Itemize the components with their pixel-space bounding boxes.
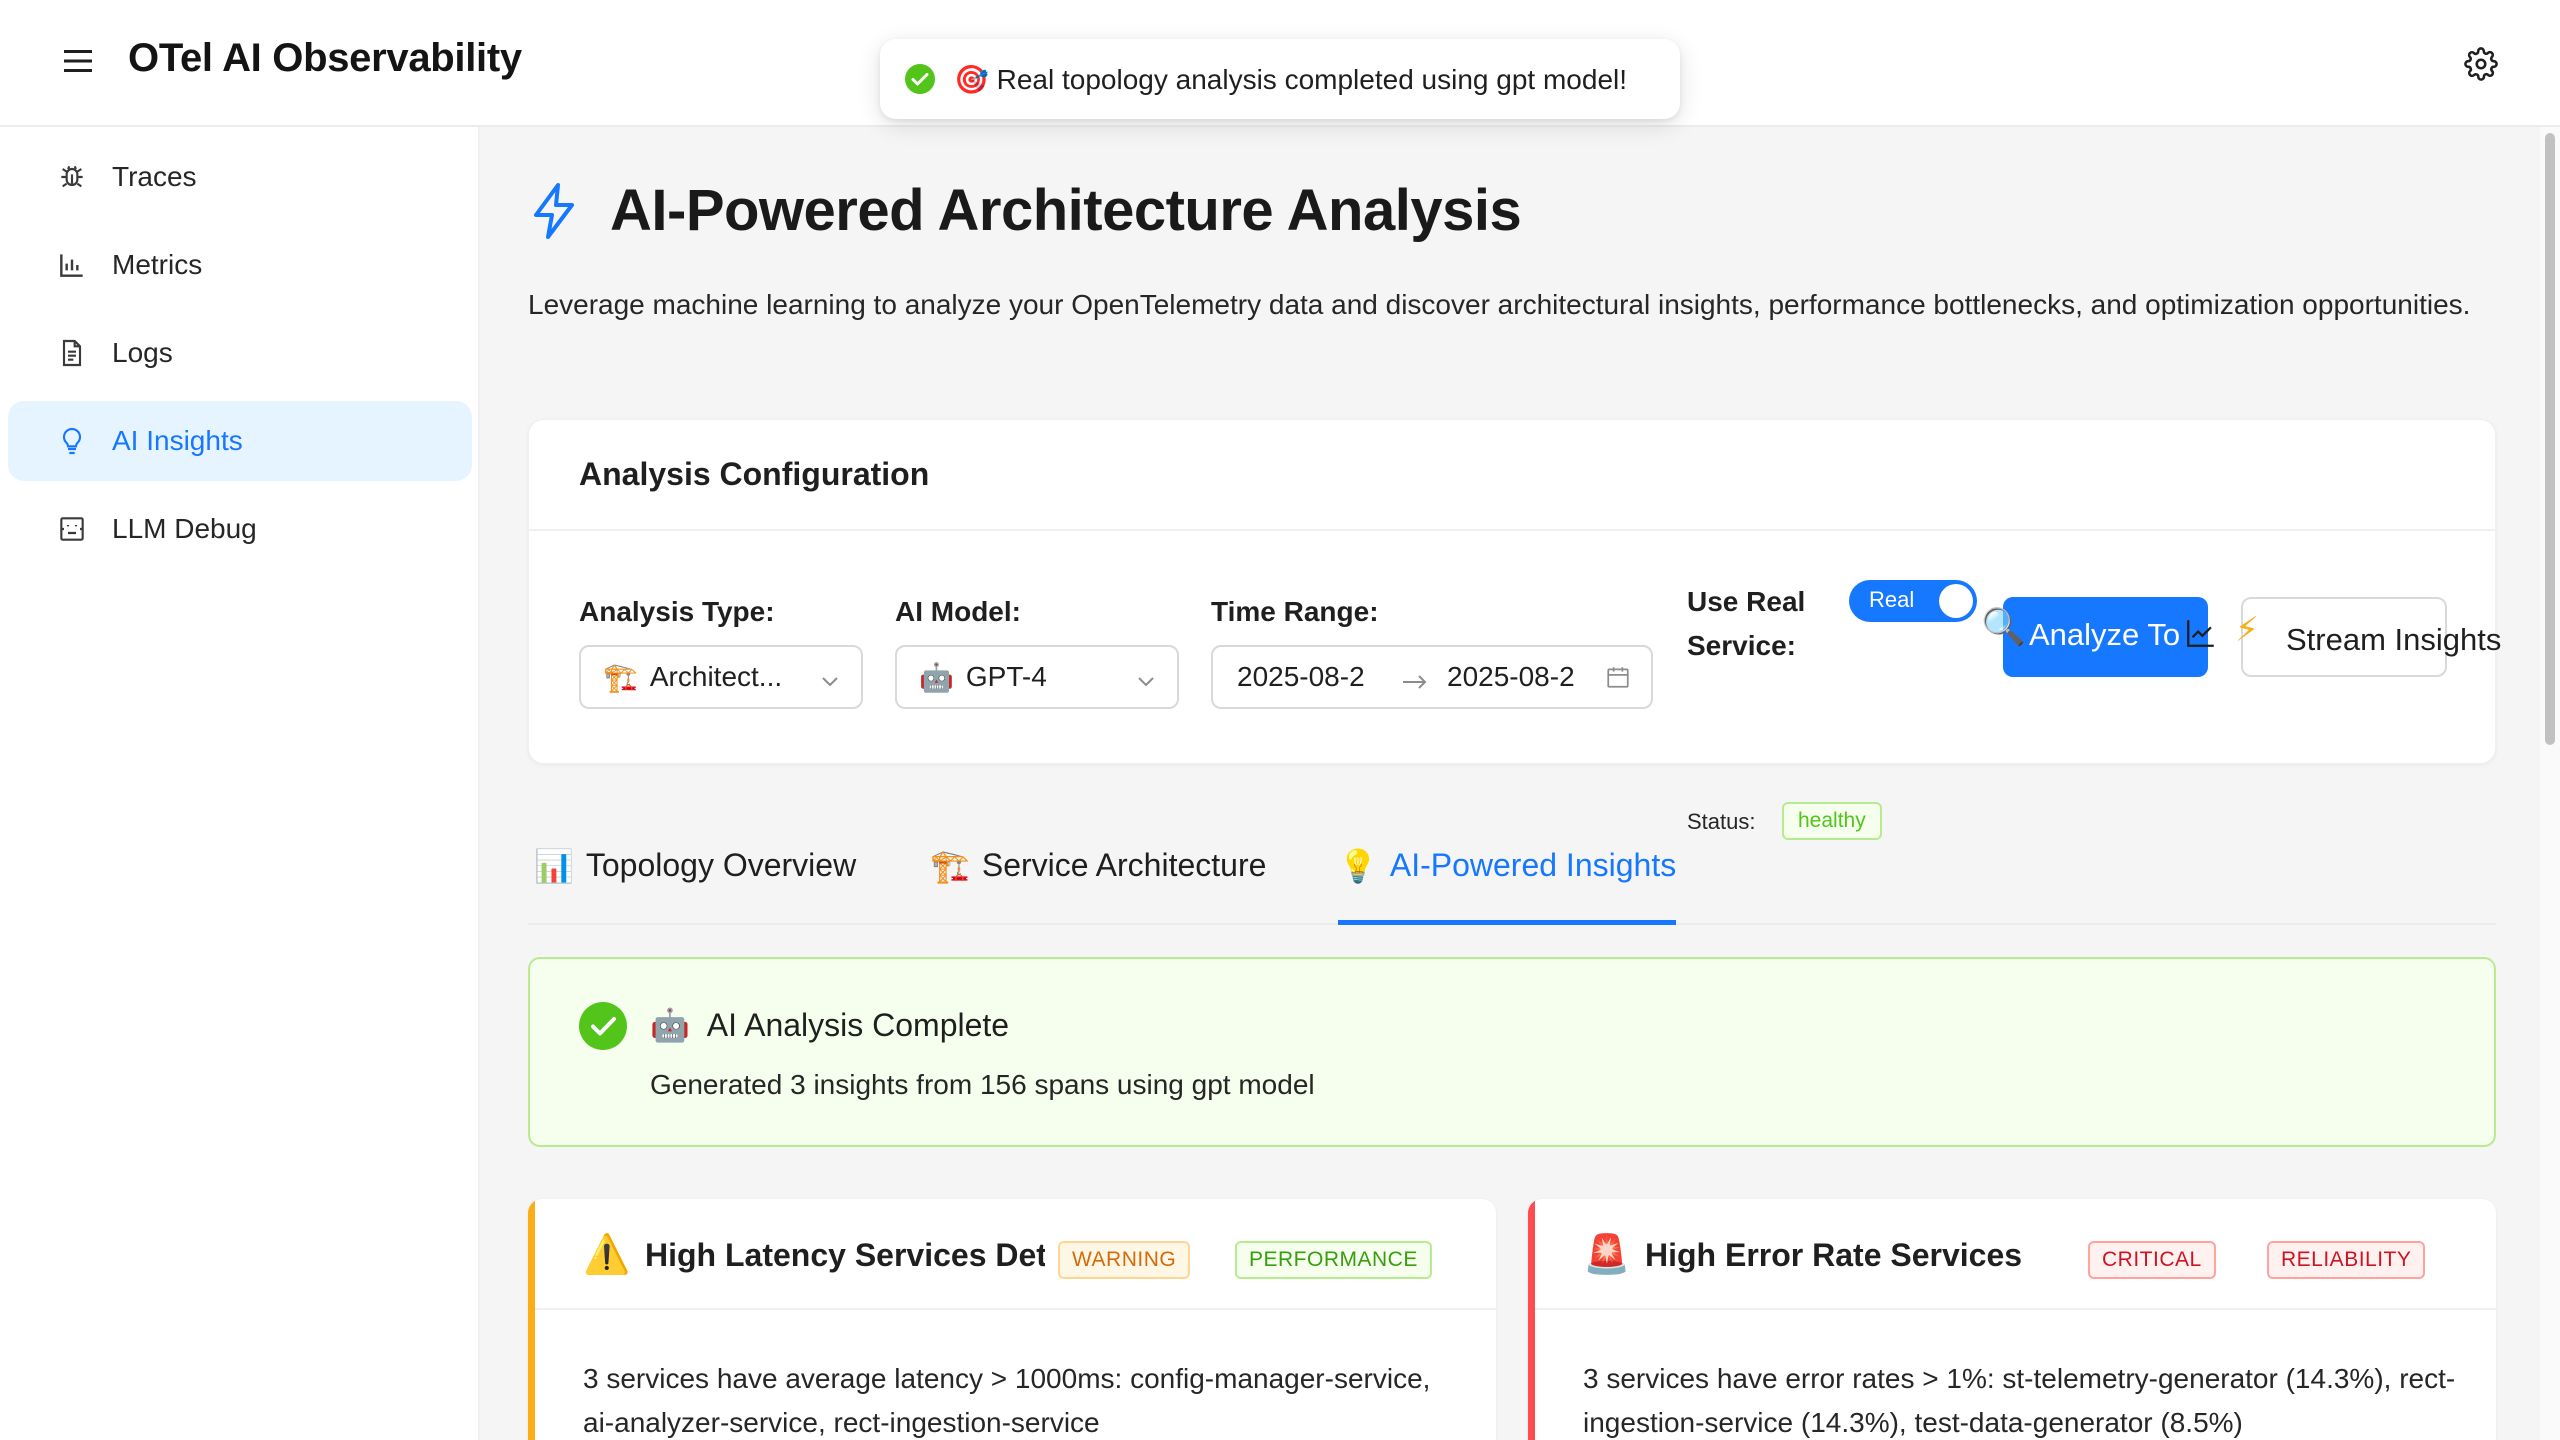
bulb-icon xyxy=(56,425,88,457)
insight-title: High Latency Services Dete xyxy=(645,1237,1045,1273)
insight-card: 🚨 High Error Rate Services CRITICAL RELI… xyxy=(1528,1199,2496,1440)
result-subtitle: Generated 3 insights from 156 spans usin… xyxy=(650,1069,1315,1100)
severity-tag: CRITICAL xyxy=(2088,1241,2216,1279)
sidebar-item-label: AI Insights xyxy=(112,425,243,456)
select-value: GPT-4 xyxy=(965,661,1047,692)
scrollbar-thumb[interactable] xyxy=(2545,133,2555,745)
siren-icon: 🚨 xyxy=(1583,1234,1631,1276)
card-title: Analysis Configuration xyxy=(529,420,2495,531)
analysis-configuration-card: Analysis Configuration Analysis Type: 🏗️… xyxy=(528,419,2501,840)
bar-chart-icon xyxy=(56,249,88,281)
sidebar-item-logs[interactable]: Logs xyxy=(8,313,472,393)
insight-description: 3 services have average latency > 1000ms… xyxy=(583,1363,1431,1438)
tab-topology-overview[interactable]: 📊 Topology Overview xyxy=(534,847,856,925)
time-range-label: Time Range: xyxy=(1211,596,1379,627)
bar-chart-emoji-icon: 📊 xyxy=(534,848,574,884)
gear-icon[interactable] xyxy=(2464,47,2498,81)
toast-message: 🎯 Real topology analysis completed using… xyxy=(954,63,1628,95)
check-circle-icon xyxy=(904,63,936,95)
sidebar-item-label: Traces xyxy=(112,161,197,192)
start-date-input[interactable]: 2025-08-2 xyxy=(1237,661,1387,693)
tab-label: Service Architecture xyxy=(981,847,1267,883)
robot-emoji-icon: 🤖 xyxy=(919,661,954,693)
toggle-knob xyxy=(1939,584,1973,618)
tab-label: AI-Powered Insights xyxy=(1389,847,1677,883)
check-circle-icon xyxy=(578,1001,628,1051)
vertical-scrollbar[interactable] xyxy=(2540,127,2560,1440)
severity-accent-bar xyxy=(1528,1199,1535,1440)
warning-icon: ⚠️ xyxy=(583,1234,631,1276)
thunderbolt-icon xyxy=(528,181,580,241)
menu-icon[interactable] xyxy=(60,45,100,81)
sidebar-item-label: Logs xyxy=(112,337,173,368)
page-title: AI-Powered Architecture Analysis xyxy=(610,178,1522,243)
button-label: Analyze To xyxy=(2029,617,2181,652)
lightning-icon: ⚡ xyxy=(2235,611,2259,649)
sidebar: Traces Metrics Logs AI Insights LLM Debu… xyxy=(0,127,480,1440)
label-line: Use Real xyxy=(1687,586,1806,617)
analysis-type-select[interactable]: 🏗️ Architect... xyxy=(579,645,863,709)
analysis-type-label: Analysis Type: xyxy=(579,596,775,627)
ai-model-select[interactable]: 🤖 GPT-4 xyxy=(895,645,1179,709)
category-tag: PERFORMANCE xyxy=(1235,1241,1432,1279)
chevron-down-icon xyxy=(819,667,841,689)
insight-card-header: 🚨 High Error Rate Services CRITICAL RELI… xyxy=(1535,1199,2496,1310)
calendar-icon xyxy=(1605,664,1631,690)
main-content: AI-Powered Architecture Analysis Leverag… xyxy=(480,127,2540,1440)
severity-accent-bar xyxy=(528,1199,535,1440)
tab-ai-powered-insights[interactable]: 💡 AI-Powered Insights xyxy=(1338,847,1677,925)
bug-icon xyxy=(56,161,88,193)
construction-icon: 🏗️ xyxy=(603,661,638,693)
success-toast: 🎯 Real topology analysis completed using… xyxy=(880,39,1680,119)
time-range-picker[interactable]: 2025-08-2 2025-08-2 xyxy=(1211,645,1653,709)
insight-title: High Error Rate Services xyxy=(1645,1237,2023,1273)
arrow-right-icon xyxy=(1401,667,1429,689)
search-icon: 🔍 xyxy=(1981,606,2026,647)
sidebar-item-label: Metrics xyxy=(112,249,203,280)
category-tag: RELIABILITY xyxy=(2267,1241,2426,1279)
sidebar-item-traces[interactable]: Traces xyxy=(8,137,472,217)
insight-card-header: ⚠️ High Latency Services Dete WARNING PE… xyxy=(535,1199,1496,1310)
analysis-tabs: 📊 Topology Overview 🏗️ Service Architect… xyxy=(528,827,2496,925)
insight-card: ⚠️ High Latency Services Dete WARNING PE… xyxy=(528,1199,1496,1440)
analysis-result-alert: 🤖 AI Analysis Complete Generated 3 insig… xyxy=(528,957,2496,1147)
bulb-emoji-icon: 💡 xyxy=(1338,848,1378,884)
sidebar-item-llm-debug[interactable]: LLM Debug xyxy=(8,489,472,569)
line-chart-icon xyxy=(2184,616,2218,650)
select-value: Architect... xyxy=(649,661,783,692)
end-date-input[interactable]: 2025-08-2 xyxy=(1447,661,1597,693)
insight-description: 3 services have error rates > 1%: st-tel… xyxy=(1583,1363,2456,1438)
label-line: Service: xyxy=(1687,630,1796,661)
ai-model-label: AI Model: xyxy=(895,596,1021,627)
chevron-down-icon xyxy=(1135,667,1157,689)
sidebar-item-metrics[interactable]: Metrics xyxy=(8,225,472,305)
construction-icon: 🏗️ xyxy=(930,848,970,884)
tab-service-architecture[interactable]: 🏗️ Service Architecture xyxy=(930,847,1266,925)
analyze-topology-button[interactable]: Analyze To xyxy=(2003,597,2208,677)
sidebar-item-label: LLM Debug xyxy=(112,513,257,544)
stream-insights-label: Stream Insights xyxy=(2286,622,2502,657)
app-title: OTel AI Observability xyxy=(128,36,522,80)
severity-tag: WARNING xyxy=(1058,1241,1191,1279)
file-text-icon xyxy=(56,337,88,369)
use-real-service-label: Use Real Service: xyxy=(1687,580,1805,668)
real-service-toggle[interactable]: Real xyxy=(1849,580,1977,622)
result-title-text: AI Analysis Complete xyxy=(706,1007,1010,1043)
sidebar-item-ai-insights[interactable]: AI Insights xyxy=(8,401,472,481)
robot-icon xyxy=(56,513,88,545)
page-title-row: AI-Powered Architecture Analysis xyxy=(528,177,1522,244)
page-description: Leverage machine learning to analyze you… xyxy=(528,289,2471,320)
robot-emoji-icon: 🤖 xyxy=(650,1007,690,1043)
tab-label: Topology Overview xyxy=(585,847,857,883)
toggle-text: Real xyxy=(1869,587,1915,612)
result-title: 🤖 AI Analysis Complete xyxy=(650,1006,1009,1044)
